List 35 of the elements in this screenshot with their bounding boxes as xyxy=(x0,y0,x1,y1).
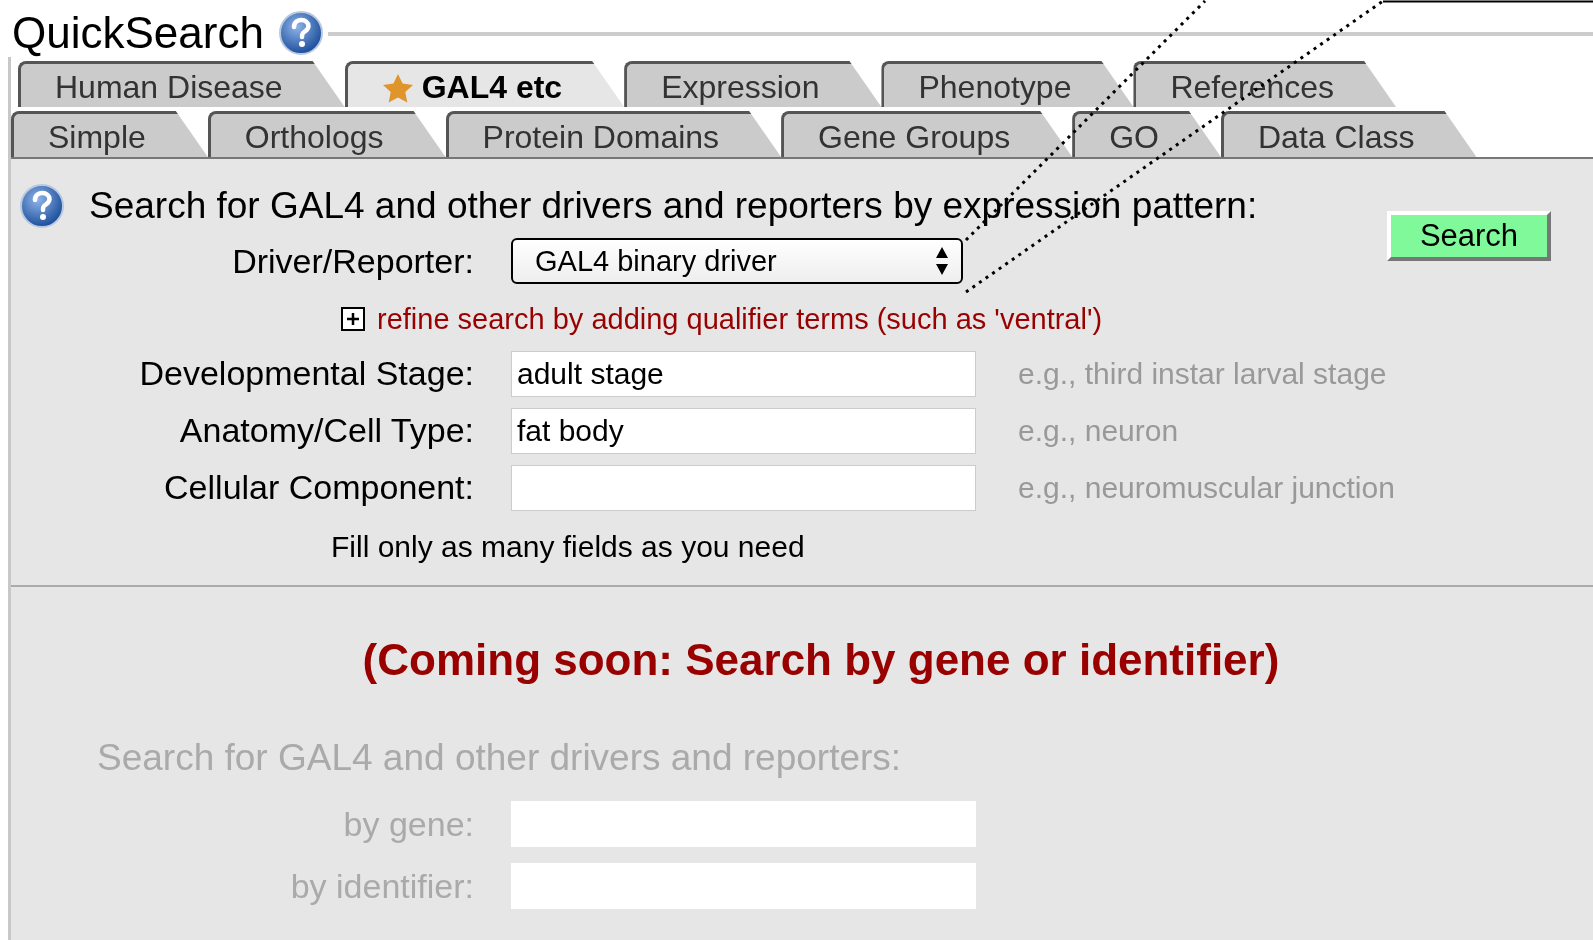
input-field[interactable] xyxy=(511,801,976,847)
field-hint: e.g., neuron xyxy=(1018,413,1179,448)
input-field[interactable] xyxy=(511,863,976,909)
field-label: by gene: xyxy=(342,804,475,844)
tab[interactable]: Gene Groups xyxy=(781,111,1073,157)
field-label: Developmental Stage: xyxy=(138,354,475,393)
coming-soon-heading: (Coming soon: Search by gene or identifier) xyxy=(362,635,1280,685)
help-note: Fill only as many fields as you need xyxy=(331,530,806,564)
field-label: by identifier: xyxy=(289,866,475,906)
field-label: Cellular Component: xyxy=(163,468,475,507)
tab[interactable]: GAL4 etc xyxy=(344,61,625,107)
input-field[interactable] xyxy=(511,464,976,511)
tab[interactable]: GO xyxy=(1072,111,1221,157)
help-icon[interactable] xyxy=(277,9,324,56)
tab[interactable]: Protein Domains xyxy=(445,111,782,157)
refine-link[interactable]: refine search by adding qualifier terms (such as 'ventral') xyxy=(377,302,1103,336)
driver-reporter-select[interactable]: GAL4 binary driver xyxy=(511,238,963,284)
tab[interactable]: Expression xyxy=(624,61,882,107)
search-prompt: Search for GAL4 and other drivers and reporters: xyxy=(97,737,902,779)
tab[interactable]: Human Disease xyxy=(18,61,345,107)
input-field[interactable]: adult stage xyxy=(511,350,976,397)
help-icon[interactable] xyxy=(19,183,65,229)
tab[interactable]: Data Class xyxy=(1221,111,1477,157)
expand-icon[interactable] xyxy=(341,307,365,331)
tab[interactable]: Orthologs xyxy=(207,111,446,157)
dropdown-arrows-icon xyxy=(935,246,949,276)
field-label: Anatomy/Cell Type: xyxy=(178,411,475,450)
field-hint: e.g., neuromuscular junction xyxy=(1018,470,1395,505)
field-label: Driver/Reporter: xyxy=(231,241,475,281)
tab[interactable]: Simple xyxy=(11,111,208,157)
input-field[interactable]: fat body xyxy=(511,407,976,454)
tab[interactable]: Phenotype xyxy=(881,61,1134,107)
search-button[interactable]: Search xyxy=(1387,211,1551,261)
field-hint: e.g., third instar larval stage xyxy=(1018,356,1387,391)
page-title: QuickSearch xyxy=(12,7,264,59)
